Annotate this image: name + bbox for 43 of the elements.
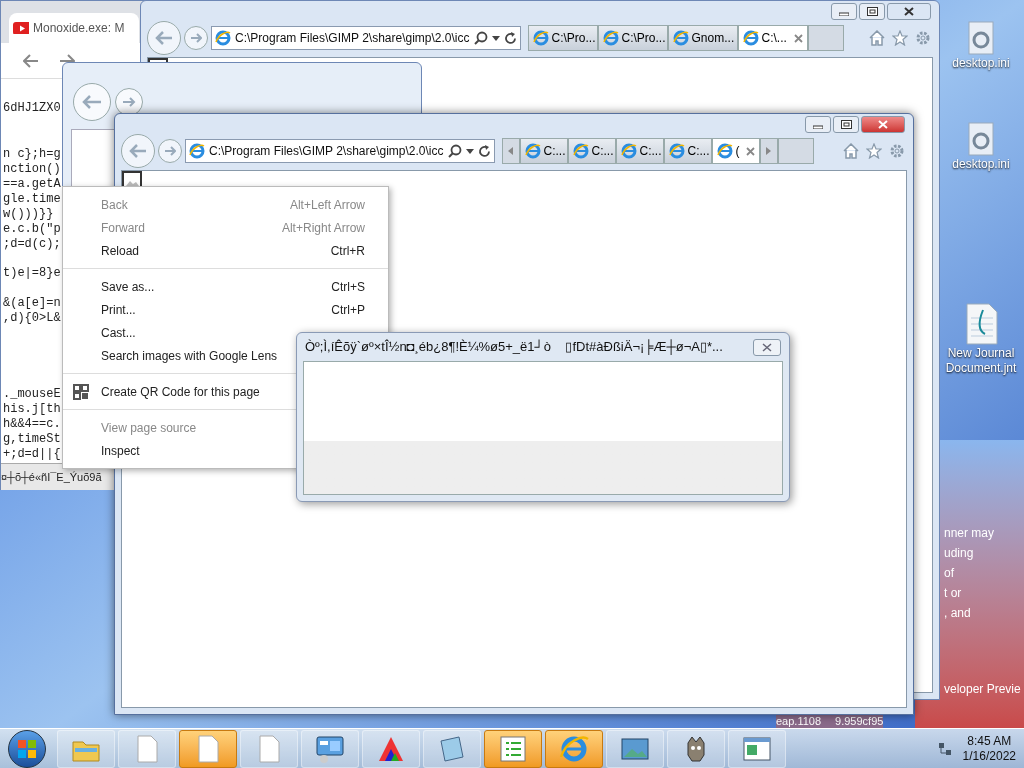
menu-item[interactable]: Reload Ctrl+R [63,239,388,262]
code-line: ;d=d(c); [3,237,61,252]
code-line: &(a[e]=n [3,296,61,311]
address-bar[interactable]: C:\Program Files\GIMP 2\share\gimp\2.0\icc [185,139,495,163]
code-line: ,d){0>L& [3,311,61,326]
code-line: w()))}} [3,207,54,222]
browser-tab[interactable]: Monoxide.exe: M [9,13,139,43]
browser-tab[interactable]: C:... [519,138,568,164]
code-line: gle.time [3,192,61,207]
wallpaper-text: of [944,565,954,581]
menu-item[interactable]: Save as... Ctrl+S [63,275,388,298]
code-line: t)e|=8}e [3,266,61,281]
browser-tab[interactable]: Gnom... [667,25,738,51]
code-line: g,timeSt [3,432,61,447]
browser-tab[interactable]: ( [711,138,760,164]
code-line: n c};h=g [3,147,61,162]
wallpaper-text: 9.959cf95 [835,715,884,728]
browser-tab[interactable]: C:\Pro... [527,25,598,51]
code-line: ==a.getA [3,177,61,192]
clock-time: 8:45 AM [967,733,1012,749]
browser-tab[interactable]: C:... [567,138,616,164]
code-line: e.c.b("p [3,222,61,237]
code-line: nction() [3,162,61,177]
address-bar[interactable]: C:\Program Files\GIMP 2\share\gimp\2.0\icc [211,26,521,50]
code-line: +;d=d||{ [3,447,61,462]
wallpaper-text: t or [944,585,962,601]
code-line: ._mouseE [3,387,61,402]
wallpaper-text: veloper Previe [944,681,1021,697]
menu-item[interactable]: Print... Ctrl+P [63,298,388,321]
code-line: 6dHJ1ZX0 [3,101,61,116]
wallpaper-text: , and [944,605,971,621]
code-line: his.j[th [3,402,61,417]
wallpaper-text: nner may [944,525,995,541]
browser-tab[interactable]: C:\... [737,25,808,51]
browser-tab[interactable]: C:... [615,138,664,164]
code-line: h&&4==c. [3,417,61,432]
wallpaper-text: eap.1108 [776,715,822,728]
clock-date: 1/16/2022 [962,748,1016,764]
dialog-title: Òº;Ì,íÊõÿ`øº×tÎ½n◘¸éb¿8¶!È¼%ø5+_ë1┘ò ▯fDt#àÐßiÄ¬¡╞Æ┼ø¬A▯*... [305,338,723,357]
browser-tab[interactable]: C:... [663,138,712,164]
browser-tab[interactable]: C:\Pro... [597,25,668,51]
wallpaper-text: uding [944,545,974,561]
garbled-text: ¤┼õ┼é«ñI¯E_Ýuõ9ã [1,469,102,486]
